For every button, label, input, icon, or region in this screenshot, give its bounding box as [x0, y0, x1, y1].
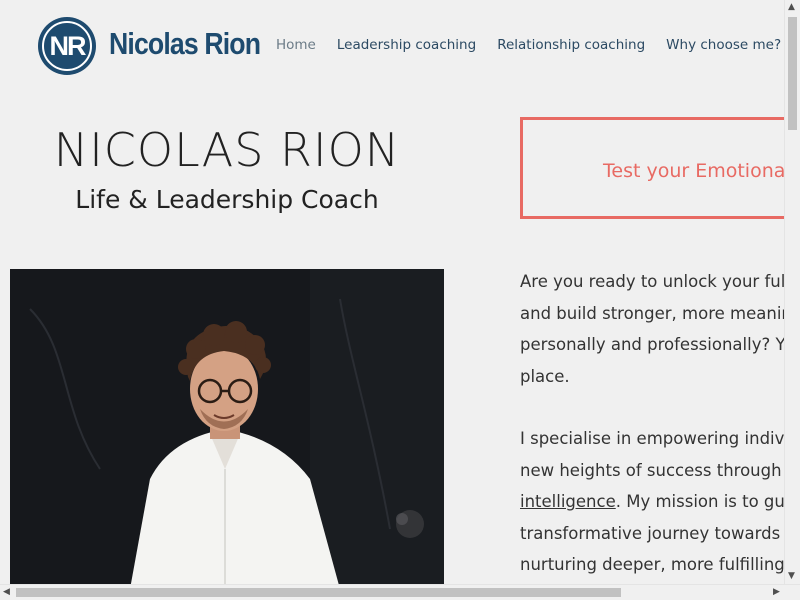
emotional-test-button[interactable]: Test your Emotional: [520, 117, 800, 219]
intro-paragraph-1: Are you ready to unlock your full and bu…: [520, 266, 800, 392]
vertical-scroll-thumb[interactable]: [788, 17, 797, 130]
text-line: . My mission is to guid: [615, 492, 800, 511]
text-line: I specialise in empowering individ: [520, 429, 800, 448]
nav-why-choose-me[interactable]: Why choose me?: [666, 37, 781, 53]
scroll-up-icon[interactable]: ▲: [788, 3, 795, 12]
hero-subtitle: Life & Leadership Coach: [75, 185, 379, 214]
logo-name[interactable]: Nicolas Rion: [109, 26, 261, 62]
emotional-test-label: Test your Emotional: [603, 160, 791, 182]
logo-initials: NR: [49, 30, 87, 61]
text-line: and build stronger, more meaning: [520, 303, 800, 323]
nav-home[interactable]: Home: [276, 37, 316, 53]
portrait-photo: [10, 269, 444, 589]
scroll-down-icon[interactable]: ▼: [788, 572, 795, 581]
scroll-left-icon[interactable]: ◀: [3, 588, 10, 597]
portrait-illustration: [10, 269, 444, 589]
intro-paragraph-2: I specialise in empowering individ new h…: [520, 423, 800, 581]
text-line: nurturing deeper, more fulfilling r: [520, 555, 797, 574]
text-line: Are you ready to unlock your full: [520, 272, 790, 291]
text-line: transformative journey towards le: [520, 523, 800, 543]
scroll-right-icon[interactable]: ▶: [773, 588, 780, 597]
vertical-scrollbar[interactable]: ▲ ▼: [784, 0, 800, 585]
hero-title: NICOLAS RION: [53, 123, 401, 177]
nav-relationship-coaching[interactable]: Relationship coaching: [497, 37, 645, 53]
intro-text: Are you ready to unlock your full and bu…: [520, 266, 800, 600]
text-line: place.: [520, 366, 570, 386]
page: NR Nicolas Rion Home Leadership coaching…: [0, 0, 800, 600]
emotional-intelligence-link[interactable]: intelligence: [520, 492, 616, 511]
horizontal-scroll-thumb[interactable]: [16, 588, 621, 597]
text-line: personally and professionally? You: [520, 335, 800, 354]
horizontal-scrollbar[interactable]: ◀ ▶: [0, 584, 800, 600]
logo-icon[interactable]: NR: [38, 17, 96, 75]
nav-leadership-coaching[interactable]: Leadership coaching: [337, 37, 476, 53]
text-line: new heights of success through t: [520, 460, 794, 480]
main-nav: Home Leadership coaching Relationship co…: [276, 37, 800, 53]
